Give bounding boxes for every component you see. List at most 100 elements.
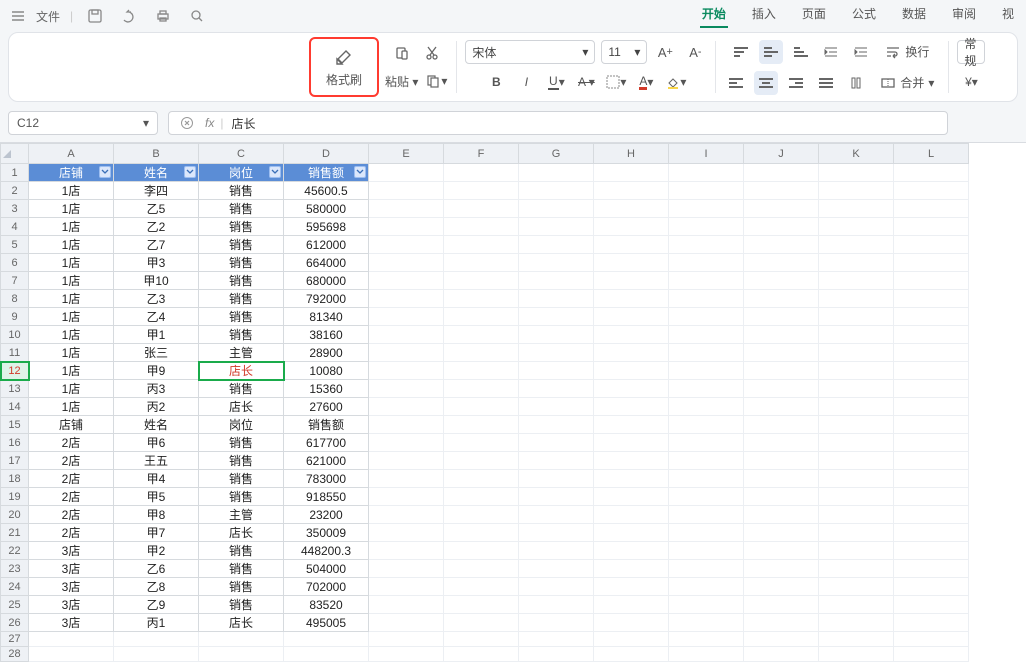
cell-blank[interactable] [444,290,519,308]
cell-blank[interactable] [369,308,444,326]
cell-B9[interactable]: 乙4 [114,308,199,326]
cell-blank[interactable] [894,416,969,434]
wrap-text-button[interactable]: 换行 [879,39,935,64]
cell-blank[interactable] [894,308,969,326]
cell-blank[interactable] [669,362,744,380]
cell-blank[interactable] [894,614,969,632]
cell-A19[interactable]: 2店 [29,488,114,506]
cell-blank[interactable] [894,380,969,398]
cell-blank[interactable] [369,542,444,560]
cell-blank[interactable] [894,326,969,344]
cell-blank[interactable] [819,398,894,416]
row-header-22[interactable]: 22 [1,542,29,560]
cell-B23[interactable]: 乙6 [114,560,199,578]
cell-B12[interactable]: 甲9 [114,362,199,380]
col-header-A[interactable]: A [29,144,114,164]
cell-blank[interactable] [744,326,819,344]
cell-A24[interactable]: 3店 [29,578,114,596]
cell-blank[interactable] [669,488,744,506]
cell-blank[interactable] [669,182,744,200]
cell-A20[interactable]: 2店 [29,506,114,524]
cell-blank[interactable] [444,560,519,578]
cell-blank[interactable] [444,236,519,254]
cell-blank[interactable] [519,542,594,560]
cell-blank[interactable] [594,506,669,524]
cell-blank[interactable] [444,506,519,524]
cell-blank[interactable] [369,272,444,290]
cell-blank[interactable] [744,380,819,398]
cell-blank[interactable] [819,362,894,380]
cell-blank[interactable] [519,398,594,416]
cell-blank[interactable] [369,560,444,578]
cell-blank[interactable] [669,308,744,326]
row-header-26[interactable]: 26 [1,614,29,632]
cell-A11[interactable]: 1店 [29,344,114,362]
cell-blank[interactable] [594,308,669,326]
cell-C21[interactable]: 店长 [199,524,284,542]
cell-blank[interactable] [594,542,669,560]
cell-A2[interactable]: 1店 [29,182,114,200]
cell-B8[interactable]: 乙3 [114,290,199,308]
cell-D10[interactable]: 38160 [284,326,369,344]
cell-blank[interactable] [894,398,969,416]
cell-blank[interactable] [519,434,594,452]
cell-blank[interactable] [594,560,669,578]
cell-blank[interactable] [594,272,669,290]
cell-C8[interactable]: 销售 [199,290,284,308]
cell-blank[interactable] [369,506,444,524]
cell-B14[interactable]: 丙2 [114,398,199,416]
cell-C10[interactable]: 销售 [199,326,284,344]
cell-blank[interactable] [519,380,594,398]
cell-blank[interactable] [519,182,594,200]
cell-blank[interactable] [669,344,744,362]
cell-blank[interactable] [744,506,819,524]
cell-blank[interactable] [819,200,894,218]
cell-blank[interactable] [669,596,744,614]
align-right-icon[interactable] [784,71,808,95]
cell-A15[interactable]: 店铺 [29,416,114,434]
cell-blank[interactable] [594,200,669,218]
cell-A21[interactable]: 2店 [29,524,114,542]
cell-A4[interactable]: 1店 [29,218,114,236]
cell-blank[interactable] [894,182,969,200]
cell-blank[interactable] [669,524,744,542]
cell-blank[interactable] [669,452,744,470]
cell-blank[interactable] [594,380,669,398]
cell-blank[interactable] [594,362,669,380]
row-header-19[interactable]: 19 [1,488,29,506]
cell-blank[interactable] [369,362,444,380]
cell-blank[interactable] [444,524,519,542]
cell-B15[interactable]: 姓名 [114,416,199,434]
col-header-K[interactable]: K [819,144,894,164]
cell-blank[interactable] [369,398,444,416]
cell-blank[interactable] [819,326,894,344]
cell-blank[interactable] [444,488,519,506]
cell-blank[interactable] [744,596,819,614]
cell-blank[interactable] [369,614,444,632]
cell-A5[interactable]: 1店 [29,236,114,254]
col-header-E[interactable]: E [369,144,444,164]
col-header-D[interactable]: D [284,144,369,164]
cell-blank[interactable] [369,344,444,362]
tab-insert[interactable]: 插入 [750,1,778,28]
cell-D22[interactable]: 448200.3 [284,542,369,560]
filter-icon[interactable] [184,166,196,178]
cell-blank[interactable] [894,362,969,380]
increase-font-icon[interactable]: A+ [653,40,677,64]
cell-blank[interactable] [519,506,594,524]
cell-D4[interactable]: 595698 [284,218,369,236]
cell-blank[interactable] [284,632,369,647]
cell-blank[interactable] [819,254,894,272]
cell-blank[interactable] [894,218,969,236]
cell-A9[interactable]: 1店 [29,308,114,326]
cell-blank[interactable] [519,236,594,254]
cell-blank[interactable] [669,632,744,647]
cell-blank[interactable] [669,272,744,290]
cell-blank[interactable] [594,254,669,272]
cell-A23[interactable]: 3店 [29,560,114,578]
cell-blank[interactable] [669,506,744,524]
cell-blank[interactable] [594,434,669,452]
font-size-select[interactable]: 11▾ [601,40,647,64]
cell-blank[interactable] [594,614,669,632]
cell-A8[interactable]: 1店 [29,290,114,308]
